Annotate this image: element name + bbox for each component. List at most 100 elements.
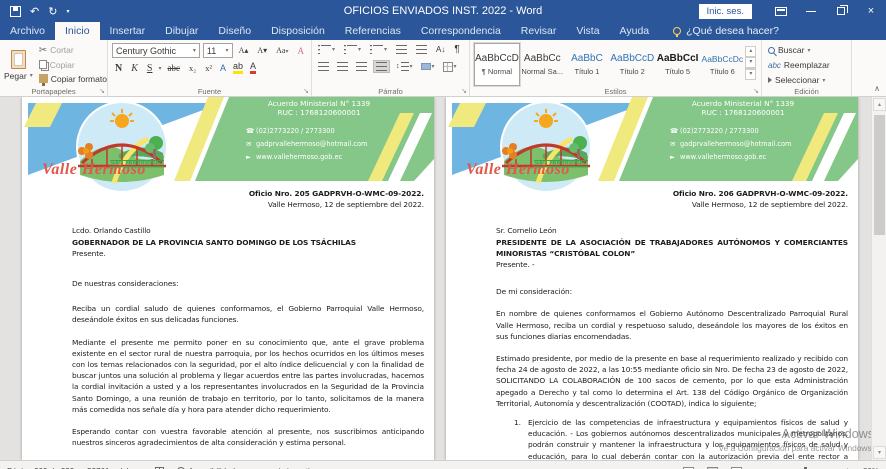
- collapse-ribbon-icon[interactable]: ∧: [874, 84, 880, 93]
- justify-button[interactable]: [373, 60, 390, 73]
- tell-me-label: ¿Qué desea hacer?: [686, 25, 779, 37]
- tab-referencias[interactable]: Referencias: [335, 22, 411, 40]
- word-window: ↶ ↻ ▾ OFICIOS ENVIADOS INST. 2022 - Word…: [0, 0, 886, 469]
- style-titulo-1[interactable]: AaBbC Título 1: [565, 43, 610, 86]
- increase-indent-button[interactable]: [414, 44, 429, 55]
- title-bar: ↶ ↻ ▾ OFICIOS ENVIADOS INST. 2022 - Word…: [0, 0, 886, 22]
- format-painter-button[interactable]: Copiar formato: [37, 73, 109, 85]
- tell-me-box[interactable]: ¿Qué desea hacer?: [673, 22, 779, 40]
- font-dialog-launcher-icon[interactable]: ↘: [303, 88, 309, 95]
- underline-dropdown-icon[interactable]: ▾: [158, 65, 161, 72]
- vertical-scrollbar[interactable]: ▴ ▾: [871, 97, 886, 460]
- tab-diseno[interactable]: Diseño: [208, 22, 261, 40]
- superscript-button[interactable]: x²: [202, 63, 215, 73]
- minimize-button[interactable]: [796, 0, 826, 22]
- style-titulo-5[interactable]: AaBbCcI Título 5: [655, 43, 700, 86]
- style-titulo-6[interactable]: AaBbCcDc Título 6: [700, 43, 745, 86]
- line-spacing-button[interactable]: ↕▾: [394, 61, 415, 72]
- save-icon[interactable]: [10, 6, 21, 17]
- subscript-button[interactable]: x₂: [186, 63, 199, 73]
- style-normal-sa[interactable]: AaBbCc Normal Sa...: [520, 43, 565, 86]
- cursor-icon: ►: [246, 151, 256, 164]
- select-button[interactable]: Seleccionar▾: [766, 74, 847, 86]
- phone-number: (02)2773220 / 2773300: [680, 127, 759, 135]
- letter-body[interactable]: Oficio Nro. 205 GADPRVH-O-WMC-09-2022. V…: [22, 188, 434, 448]
- close-button[interactable]: ×: [856, 0, 886, 22]
- tab-insertar[interactable]: Insertar: [100, 22, 156, 40]
- format-painter-icon: [39, 74, 48, 83]
- sign-in-button[interactable]: Inic. ses.: [699, 4, 753, 19]
- redo-icon[interactable]: ↻: [48, 5, 57, 18]
- paragraph: En nombre de quienes conformamos el Gobi…: [496, 308, 848, 342]
- banner-contact-lines: ☎(02)2773220 / 2773300 ✉gadprvallehermos…: [670, 125, 791, 164]
- italic-button[interactable]: K: [128, 63, 141, 74]
- multilevel-list-button[interactable]: ▾: [368, 44, 389, 55]
- undo-icon[interactable]: ↶: [30, 5, 39, 18]
- tab-inicio[interactable]: Inicio: [55, 22, 100, 40]
- phone-icon: ☎: [670, 125, 680, 138]
- document-page-1[interactable]: Acuerdo Ministerial N° 1339 RUC : 176812…: [22, 97, 434, 460]
- style-name: Título 1: [574, 67, 599, 76]
- clipboard-dialog-launcher-icon[interactable]: ↘: [99, 88, 105, 95]
- font-size-combobox[interactable]: 11▾: [203, 43, 233, 58]
- group-font: Century Gothic▾ 11▾ A▴ A▾ Aa▾ A N K S▾ a…: [108, 40, 312, 96]
- scrollbar-thumb[interactable]: [874, 115, 885, 235]
- font-name-combobox[interactable]: Century Gothic▾: [112, 43, 200, 58]
- align-center-button[interactable]: [335, 61, 350, 72]
- styles-dialog-launcher-icon[interactable]: ↘: [753, 88, 759, 95]
- font-color-button[interactable]: A: [248, 62, 258, 74]
- replace-button[interactable]: abcReemplazar: [766, 59, 847, 71]
- ribbon-display-options-button[interactable]: [766, 0, 796, 22]
- styles-gallery-expand-icon[interactable]: ▾: [745, 68, 756, 80]
- tab-revisar[interactable]: Revisar: [511, 22, 567, 40]
- restore-button[interactable]: [826, 0, 856, 22]
- align-right-button[interactable]: [354, 61, 369, 72]
- text-effects-button[interactable]: A: [218, 64, 228, 72]
- grow-font-button[interactable]: A▴: [236, 46, 252, 55]
- line-spacing-icon: ↕: [396, 63, 400, 70]
- bold-button[interactable]: N: [112, 63, 125, 74]
- paragraph-dialog-launcher-icon[interactable]: ↘: [461, 88, 467, 95]
- styles-scroll-up-icon[interactable]: ▴: [745, 46, 756, 57]
- strikethrough-button[interactable]: abc: [164, 63, 183, 73]
- scroll-up-icon[interactable]: ▴: [873, 98, 886, 111]
- style-titulo-2[interactable]: AaBbCcD Título 2: [609, 43, 655, 86]
- tab-ayuda[interactable]: Ayuda: [610, 22, 660, 40]
- clear-formatting-button[interactable]: A: [295, 46, 308, 56]
- tab-archivo[interactable]: Archivo: [0, 22, 55, 40]
- borders-dropdown-icon: ▾: [454, 63, 457, 70]
- quick-access-toolbar: ↶ ↻ ▾: [0, 5, 69, 18]
- copy-icon: [39, 60, 47, 69]
- borders-button[interactable]: ▾: [441, 61, 459, 73]
- bullets-button[interactable]: ▾: [316, 44, 337, 55]
- document-canvas[interactable]: Acuerdo Ministerial N° 1339 RUC : 176812…: [0, 97, 886, 460]
- font-name-dropdown-icon: ▾: [193, 47, 196, 54]
- underline-button[interactable]: S: [144, 63, 156, 74]
- shading-button[interactable]: ▾: [419, 62, 437, 71]
- document-page-2[interactable]: Acuerdo Ministerial N° 1339 RUC : 176812…: [446, 97, 858, 460]
- show-marks-button[interactable]: ¶: [452, 43, 461, 56]
- shrink-font-button[interactable]: A▾: [254, 46, 270, 55]
- customize-qat-icon[interactable]: ▾: [66, 8, 69, 15]
- decrease-indent-button[interactable]: [394, 44, 409, 55]
- tab-correspondencia[interactable]: Correspondencia: [411, 22, 511, 40]
- letter-body[interactable]: Oficio Nro. 206 GADPRVH-O-WMC-09-2022. V…: [446, 188, 858, 460]
- copy-button[interactable]: Copiar: [37, 59, 109, 71]
- find-button[interactable]: Buscar▾: [766, 44, 847, 56]
- cut-button[interactable]: ✂Cortar: [37, 44, 109, 57]
- change-case-button[interactable]: Aa▾: [273, 46, 291, 55]
- tab-disposicion[interactable]: Disposición: [261, 22, 335, 40]
- sort-button[interactable]: A↓: [434, 44, 447, 55]
- style-preview: AaBbC: [571, 54, 603, 64]
- styles-scroll-down-icon[interactable]: ▾: [745, 57, 756, 68]
- paste-button[interactable]: Pegar▾: [4, 43, 33, 85]
- tab-vista[interactable]: Vista: [566, 22, 609, 40]
- numbering-button[interactable]: ▾: [342, 44, 363, 55]
- scroll-down-icon[interactable]: ▾: [873, 446, 886, 459]
- style-normal[interactable]: AaBbCcD ¶ Normal: [474, 43, 520, 86]
- tab-dibujar[interactable]: Dibujar: [155, 22, 208, 40]
- highlight-button[interactable]: ab: [231, 62, 245, 74]
- align-left-button[interactable]: [316, 61, 331, 72]
- paste-icon: [11, 50, 26, 69]
- find-label: Buscar: [778, 45, 804, 55]
